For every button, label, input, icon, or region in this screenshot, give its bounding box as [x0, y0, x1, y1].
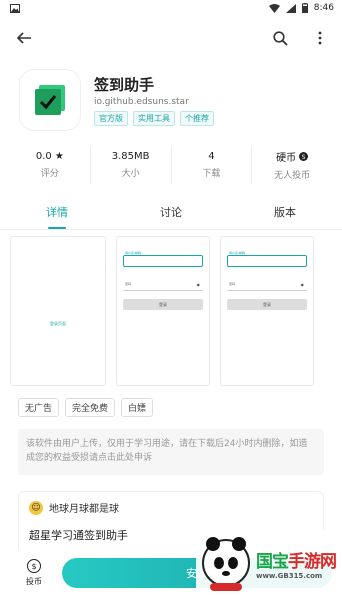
detail-tabs: 详情 讨论 版本: [0, 200, 342, 230]
user-avatar-emoji-icon: ☺: [29, 500, 43, 515]
panda-scarf: [210, 583, 242, 591]
stat-label: 评分: [40, 169, 59, 179]
tab-versions[interactable]: 版本: [228, 200, 342, 229]
app-meta: 签到助手 io.github.edsuns.star 官方版 实用工具 个推荐: [94, 70, 214, 134]
wifi-icon: [268, 3, 280, 13]
stat-size: 3.85MB 大小: [91, 146, 172, 184]
coin-icon: $: [27, 559, 41, 573]
comment-username: 地球月球都是球: [49, 504, 119, 515]
screenshot-thumbnail[interactable]: 登录页面: [10, 236, 106, 386]
app-icon: [20, 70, 80, 130]
panda-ear: [232, 537, 246, 551]
app-header: 签到助手 io.github.edsuns.star 官方版 实用工具 个推荐: [0, 60, 342, 134]
screenshot-gallery[interactable]: 登录页面 用户名/邮箱 密码 ◉ 登录 用户名/邮箱 密码 ◉ 登录: [0, 230, 342, 390]
panda-logo-icon: [202, 537, 250, 591]
status-bar: 8:46: [0, 0, 342, 16]
search-button[interactable]: [270, 28, 290, 48]
tab-discussion[interactable]: 讨论: [114, 200, 228, 229]
app-tag[interactable]: 实用工具: [133, 111, 175, 126]
coin-icon: S: [299, 152, 309, 161]
panda-ear: [206, 537, 220, 551]
checkbox-app-logo-icon: [35, 85, 65, 115]
watermark-brand: 国宝手游网: [256, 547, 337, 572]
stat-value: 硬币 S: [276, 149, 309, 164]
signal-icon: [285, 3, 296, 13]
coin-stat-text: 硬币: [276, 153, 297, 164]
stat-coins[interactable]: 硬币 S 无人投币: [252, 146, 332, 184]
status-time: 8:46: [313, 3, 334, 13]
panda-eye: [228, 557, 238, 569]
app-tags: 官方版 实用工具 个推荐: [94, 111, 214, 126]
battery-icon: [301, 3, 308, 13]
stat-downloads: 4 下载: [172, 146, 253, 184]
feature-tag[interactable]: 无广告: [18, 398, 60, 417]
app-bar-actions: [270, 28, 330, 48]
app-detail-page: 8:46 签到助手 io.github.edsuns.star 官方版 实用工具…: [0, 0, 342, 596]
mini-password-field: [227, 279, 307, 291]
more-vertical-icon: [318, 31, 322, 45]
feature-tag[interactable]: 完全免费: [65, 398, 116, 417]
stat-label: 下载: [202, 169, 221, 179]
mini-username-field: [227, 255, 307, 267]
coin-button[interactable]: $ 投币: [22, 559, 46, 587]
app-tag[interactable]: 个推荐: [180, 111, 214, 126]
watermark-text: 国宝手游网 www.GB315.com: [256, 547, 337, 580]
stat-label: 大小: [121, 169, 140, 179]
screenshot-caption: 登录页面: [50, 321, 66, 326]
panda-nose: [222, 571, 230, 576]
mini-login-button: 登录: [123, 299, 203, 310]
panda-eye: [214, 557, 224, 569]
back-button[interactable]: [14, 28, 34, 48]
status-left-icons: [10, 3, 20, 13]
arrow-left-icon: [16, 32, 31, 44]
site-watermark: 国宝手游网 www.GB315.com: [196, 530, 342, 596]
watermark-url: www.GB315.com: [256, 571, 323, 580]
coin-label: 投币: [26, 577, 42, 586]
mini-username-field: [123, 255, 203, 267]
app-package-name: io.github.edsuns.star: [94, 97, 189, 107]
more-options-button[interactable]: [310, 28, 330, 48]
stat-value: 0.0 ★: [35, 151, 64, 162]
stat-label: 无人投币: [274, 171, 311, 181]
stat-rating: 0.0 ★ 评分: [10, 146, 91, 184]
upload-disclaimer[interactable]: 该软件由用户上传，仅用于学习用途，请在下载后24小时内删除，如造成您的权益受损请…: [18, 429, 324, 475]
app-name: 签到助手: [94, 76, 155, 94]
stat-value: 4: [208, 151, 215, 162]
screenshot-thumbnail[interactable]: 用户名/邮箱 密码 ◉ 登录: [220, 236, 314, 386]
tab-details[interactable]: 详情: [0, 200, 114, 229]
top-app-bar: [0, 16, 342, 60]
feature-tags: 无广告 完全免费 白嫖: [0, 390, 342, 417]
svg-text:S: S: [302, 154, 306, 161]
comment-user: ☺ 地球月球都是球: [29, 500, 313, 515]
feature-tag[interactable]: 白嫖: [121, 398, 154, 417]
app-stats: 0.0 ★ 评分 3.85MB 大小 4 下载 硬币 S 无人投币: [10, 146, 332, 184]
image-icon: [10, 3, 20, 13]
search-icon: [272, 30, 288, 46]
screenshot-thumbnail[interactable]: 用户名/邮箱 密码 ◉ 登录: [116, 236, 210, 386]
status-right-icons: 8:46: [268, 3, 334, 13]
stat-value: 3.85MB: [111, 151, 150, 162]
mini-password-field: [123, 279, 203, 291]
watermark-brand-green: 国宝: [256, 551, 289, 572]
mini-login-button: 登录: [227, 299, 307, 310]
watermark-brand-red: 手游网: [288, 551, 337, 572]
app-tag[interactable]: 官方版: [94, 111, 128, 126]
